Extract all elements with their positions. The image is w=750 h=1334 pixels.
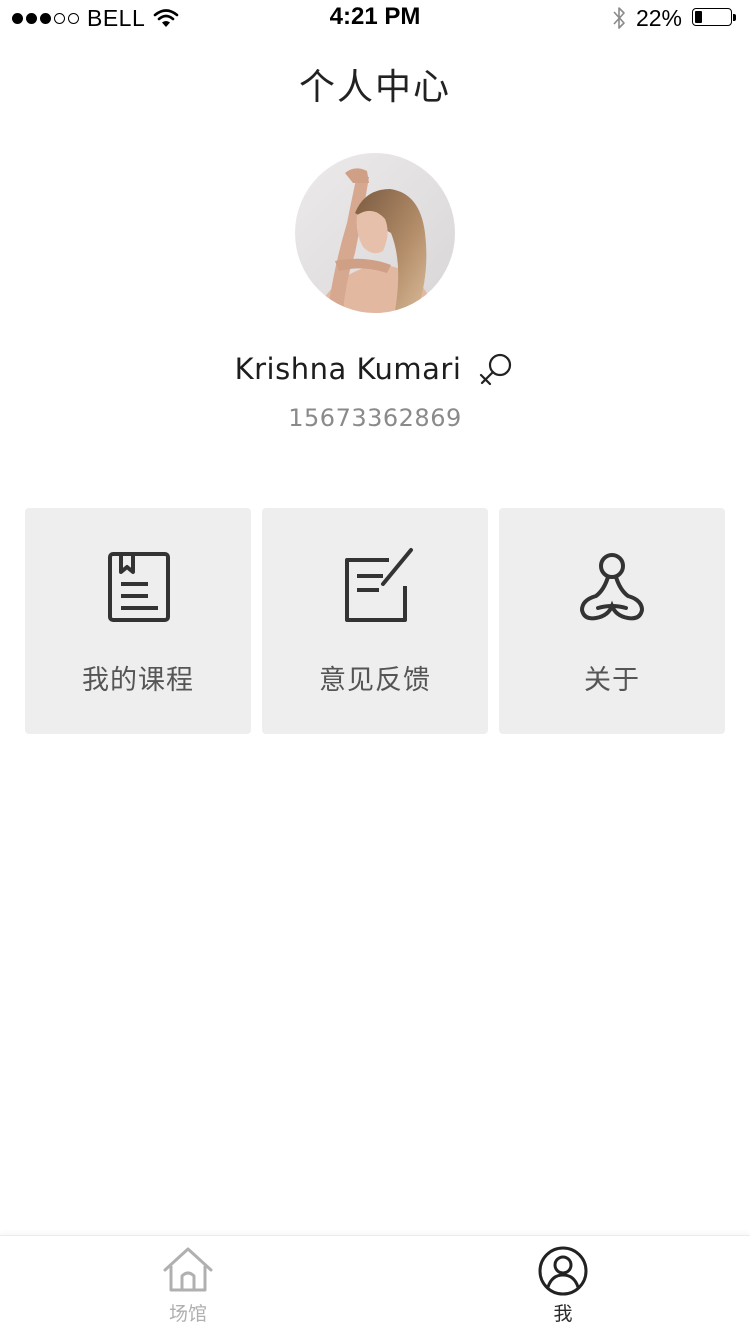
tab-bar: 场馆 我 [0,1235,750,1334]
about-label: 关于 [584,665,640,696]
feedback-edit-icon [345,548,413,622]
my-courses-label: 我的课程 [82,665,194,696]
battery-icon [692,8,738,28]
page-title: 个人中心 [298,67,451,108]
feedback-button[interactable]: 意见反馈 [262,508,488,734]
female-symbol-icon [480,353,512,386]
battery-percentage: 22% [635,4,682,31]
bluetooth-icon [613,7,625,29]
my-courses-button[interactable]: 我的课程 [25,508,251,734]
avatar-photo [295,153,455,313]
menu-grid: 我的课程 意见反馈 关于 [25,508,725,734]
home-icon [163,1247,213,1292]
user-name: Krishna Kumari [234,352,462,386]
tab-me-label: 我 [553,1303,573,1325]
avatar[interactable] [295,153,455,313]
about-button[interactable]: 关于 [499,508,725,734]
tab-venues[interactable]: 场馆 [98,1236,278,1334]
book-icon [108,552,170,622]
user-phone: 15673362869 [288,404,462,432]
tab-me[interactable]: 我 [473,1236,653,1334]
yoga-lotus-icon [579,553,645,621]
profile-name-row: Krishna Kumari [0,350,750,388]
user-icon [538,1246,588,1296]
status-bar: BELL 4:21 PM 22% [0,0,750,40]
feedback-label: 意见反馈 [319,665,431,696]
tab-venues-label: 场馆 [168,1303,207,1325]
status-right: 22% [612,4,738,32]
